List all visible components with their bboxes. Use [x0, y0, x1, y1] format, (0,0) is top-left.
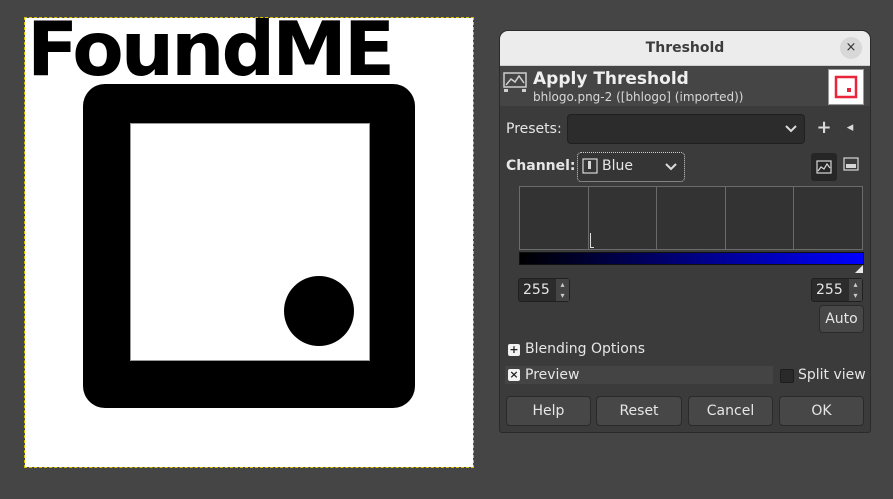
presets-label: Presets:: [506, 121, 562, 137]
low-threshold-value: 255: [523, 282, 550, 298]
plus-icon: +: [816, 117, 832, 138]
channel-dropdown[interactable]: Blue: [577, 152, 685, 182]
log-histogram-button[interactable]: [840, 156, 862, 178]
low-threshold-stepper[interactable]: ▴ ▾: [556, 279, 569, 301]
channel-gradient-bar: [519, 252, 864, 265]
linear-histogram-icon: [816, 160, 832, 174]
channel-value: Blue: [602, 158, 633, 174]
linear-histogram-button[interactable]: [811, 153, 837, 181]
chevron-down-icon: [665, 163, 677, 171]
dialog-titlebar[interactable]: Threshold ×: [500, 31, 870, 66]
histogram-peak: [590, 233, 591, 248]
threshold-dialog: Threshold × Apply Threshold bhlogo.png-2…: [499, 30, 871, 433]
add-preset-button[interactable]: +: [813, 117, 835, 139]
high-threshold-value: 255: [816, 282, 843, 298]
channel-label: Channel:: [506, 158, 576, 174]
close-button[interactable]: ×: [840, 37, 862, 59]
split-view-label[interactable]: Split view: [798, 367, 866, 383]
auto-button[interactable]: Auto: [819, 305, 864, 333]
image-thumbnail: [828, 69, 864, 105]
close-icon: ×: [845, 40, 857, 55]
dialog-title: Threshold: [645, 40, 725, 56]
split-view-checkbox[interactable]: [780, 369, 794, 383]
chevron-down-icon: [785, 125, 797, 133]
help-button[interactable]: Help: [506, 396, 591, 426]
image-canvas[interactable]: FoundME: [24, 12, 474, 468]
ok-button[interactable]: OK: [779, 396, 864, 426]
header-subtitle: bhlogo.png-2 ([bhlogo] (imported)): [533, 90, 744, 104]
header-title: Apply Threshold: [533, 69, 689, 89]
reset-button[interactable]: Reset: [596, 396, 682, 426]
presets-menu-button[interactable]: ◂: [839, 117, 861, 139]
histogram-view[interactable]: [519, 186, 863, 250]
presets-dropdown[interactable]: [567, 114, 805, 144]
preview-label[interactable]: Preview: [525, 367, 580, 383]
menu-arrow-icon: ◂: [846, 120, 854, 135]
cancel-button[interactable]: Cancel: [688, 396, 773, 426]
canvas-logo-text: FoundME: [27, 5, 395, 93]
expand-plus-icon[interactable]: +: [508, 344, 520, 356]
high-threshold-slider-handle[interactable]: [855, 265, 863, 273]
logo-dot: [284, 276, 354, 346]
blending-options-expander[interactable]: Blending Options: [525, 341, 645, 357]
dialog-header: Apply Threshold bhlogo.png-2 ([bhlogo] (…: [500, 66, 870, 106]
low-threshold-input[interactable]: 255 ▴ ▾: [518, 278, 570, 302]
high-threshold-stepper[interactable]: ▴ ▾: [849, 279, 862, 301]
threshold-icon: [503, 72, 527, 92]
preview-checkbox[interactable]: ×: [508, 369, 520, 381]
channel-icon: [582, 158, 598, 174]
high-threshold-input[interactable]: 255 ▴ ▾: [811, 278, 863, 302]
log-histogram-icon: [843, 157, 859, 171]
